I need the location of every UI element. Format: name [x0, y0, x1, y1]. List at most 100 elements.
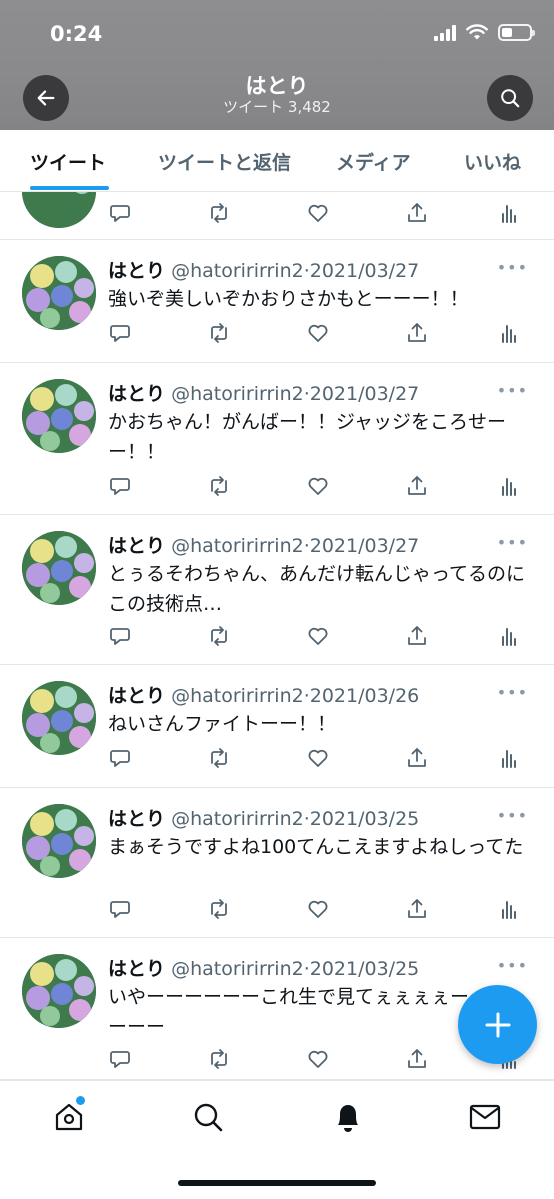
tweet-handle[interactable]: @hatoririrrin2 [171, 535, 304, 557]
tweet-date[interactable]: 2021/03/27 [310, 535, 420, 557]
share-icon[interactable] [404, 1046, 430, 1072]
retweet-icon[interactable] [206, 200, 232, 226]
tweet-date[interactable]: 2021/03/26 [310, 685, 420, 707]
like-icon[interactable] [305, 623, 331, 649]
share-icon[interactable] [404, 473, 430, 499]
tweet-author-name[interactable]: はとり [108, 383, 165, 405]
profile-tabs: ツイート ツイートと返信 メディア いいね [0, 130, 554, 192]
tweet-item[interactable]: はとり @hatoririrrin2·2021/03/27 ••• かおちゃん！… [0, 363, 554, 515]
tweet-author-name[interactable]: はとり [108, 808, 165, 830]
like-icon[interactable] [305, 896, 331, 922]
tweet-actions [0, 320, 554, 346]
tweet-feed[interactable]: はとり @hatoririrrin2·2021/03/27 ••• 強いぞ美しい… [0, 192, 554, 1080]
more-options-icon[interactable]: ••• [497, 258, 528, 277]
like-icon[interactable] [305, 745, 331, 771]
hydrangea-avatar-image [22, 531, 96, 605]
tweet-date[interactable]: 2021/03/25 [310, 808, 420, 830]
share-icon[interactable] [404, 320, 430, 346]
nav-search[interactable] [190, 1099, 226, 1135]
tweet-header: はとり @hatoririrrin2·2021/03/26 [108, 681, 419, 708]
reply-icon[interactable] [107, 623, 133, 649]
active-tab-indicator [30, 186, 109, 190]
hydrangea-avatar-image [22, 804, 96, 878]
reply-icon[interactable] [107, 745, 133, 771]
status-time: 0:24 [50, 22, 103, 46]
plus-icon [485, 1012, 510, 1037]
tab-media[interactable]: メディア [336, 148, 411, 175]
tweet-item[interactable]: はとり @hatoririrrin2·2021/03/27 ••• とぅるそわち… [0, 515, 554, 665]
retweet-icon[interactable] [206, 320, 232, 346]
reply-icon[interactable] [107, 896, 133, 922]
retweet-icon[interactable] [206, 745, 232, 771]
tweet-item[interactable]: はとり @hatoririrrin2·2021/03/26 ••• ねいさんファ… [0, 665, 554, 788]
tweet-actions [0, 623, 554, 649]
retweet-icon[interactable] [206, 623, 232, 649]
search-icon [501, 89, 520, 108]
compose-tweet-button[interactable] [458, 985, 537, 1064]
tweet-partial[interactable] [0, 192, 554, 240]
bell-icon [338, 1105, 358, 1132]
more-options-icon[interactable]: ••• [497, 806, 528, 825]
avatar[interactable] [22, 531, 96, 605]
tweet-handle[interactable]: @hatoririrrin2 [171, 808, 304, 830]
search-button[interactable] [487, 75, 533, 121]
search-icon [194, 1103, 223, 1132]
tweet-author-name[interactable]: はとり [108, 958, 165, 980]
analytics-icon[interactable] [496, 200, 522, 226]
analytics-icon[interactable] [496, 745, 522, 771]
analytics-icon[interactable] [496, 320, 522, 346]
analytics-icon[interactable] [496, 896, 522, 922]
tweet-item[interactable]: はとり @hatoririrrin2·2021/03/25 ••• まぁそうです… [0, 788, 554, 938]
more-options-icon[interactable]: ••• [497, 381, 528, 400]
tweet-handle[interactable]: @hatoririrrin2 [171, 383, 304, 405]
retweet-icon[interactable] [206, 1046, 232, 1072]
tweet-text: 強いぞ美しいぞかおりさかもとーーー！！ [108, 288, 469, 310]
tweet-handle[interactable]: @hatoririrrin2 [171, 685, 304, 707]
home-notification-dot [76, 1096, 85, 1105]
nav-messages[interactable] [467, 1099, 503, 1135]
nav-notifications[interactable] [330, 1099, 366, 1135]
reply-icon[interactable] [107, 473, 133, 499]
avatar[interactable] [22, 256, 96, 330]
tweet-actions [0, 473, 554, 499]
share-icon[interactable] [404, 623, 430, 649]
like-icon[interactable] [305, 320, 331, 346]
like-icon[interactable] [305, 200, 331, 226]
reply-icon[interactable] [107, 1046, 133, 1072]
tweet-item[interactable]: はとり @hatoririrrin2·2021/03/27 ••• 強いぞ美しい… [0, 240, 554, 363]
tweet-date[interactable]: 2021/03/27 [310, 260, 420, 282]
hydrangea-avatar-image [22, 379, 96, 453]
nav-home[interactable] [51, 1096, 87, 1135]
avatar[interactable] [22, 681, 96, 755]
wifi-icon [466, 24, 488, 40]
tweet-handle[interactable]: @hatoririrrin2 [171, 260, 304, 282]
like-icon[interactable] [305, 1046, 331, 1072]
more-options-icon[interactable]: ••• [497, 533, 528, 552]
like-icon[interactable] [305, 473, 331, 499]
share-icon[interactable] [404, 745, 430, 771]
more-options-icon[interactable]: ••• [497, 956, 528, 975]
reply-icon[interactable] [107, 200, 133, 226]
hydrangea-avatar-image [22, 256, 96, 330]
tab-tweets-and-replies[interactable]: ツイートと返信 [158, 148, 291, 175]
tweet-date[interactable]: 2021/03/27 [310, 383, 420, 405]
reply-icon[interactable] [107, 320, 133, 346]
more-options-icon[interactable]: ••• [497, 683, 528, 702]
retweet-icon[interactable] [206, 896, 232, 922]
tab-tweets[interactable]: ツイート [30, 148, 106, 175]
avatar[interactable] [22, 804, 96, 878]
analytics-icon[interactable] [496, 473, 522, 499]
share-icon[interactable] [404, 896, 430, 922]
tweet-handle[interactable]: @hatoririrrin2 [171, 958, 304, 980]
share-icon[interactable] [404, 200, 430, 226]
tweet-date[interactable]: 2021/03/25 [310, 958, 420, 980]
tweet-author-name[interactable]: はとり [108, 535, 165, 557]
analytics-icon[interactable] [496, 623, 522, 649]
avatar[interactable] [22, 954, 96, 1028]
tweet-author-name[interactable]: はとり [108, 260, 165, 282]
retweet-icon[interactable] [206, 473, 232, 499]
avatar[interactable] [22, 379, 96, 453]
tweet-author-name[interactable]: はとり [108, 685, 165, 707]
tab-likes[interactable]: いいね [464, 148, 521, 175]
tweet-count: ツイート 3,482 [223, 98, 331, 116]
